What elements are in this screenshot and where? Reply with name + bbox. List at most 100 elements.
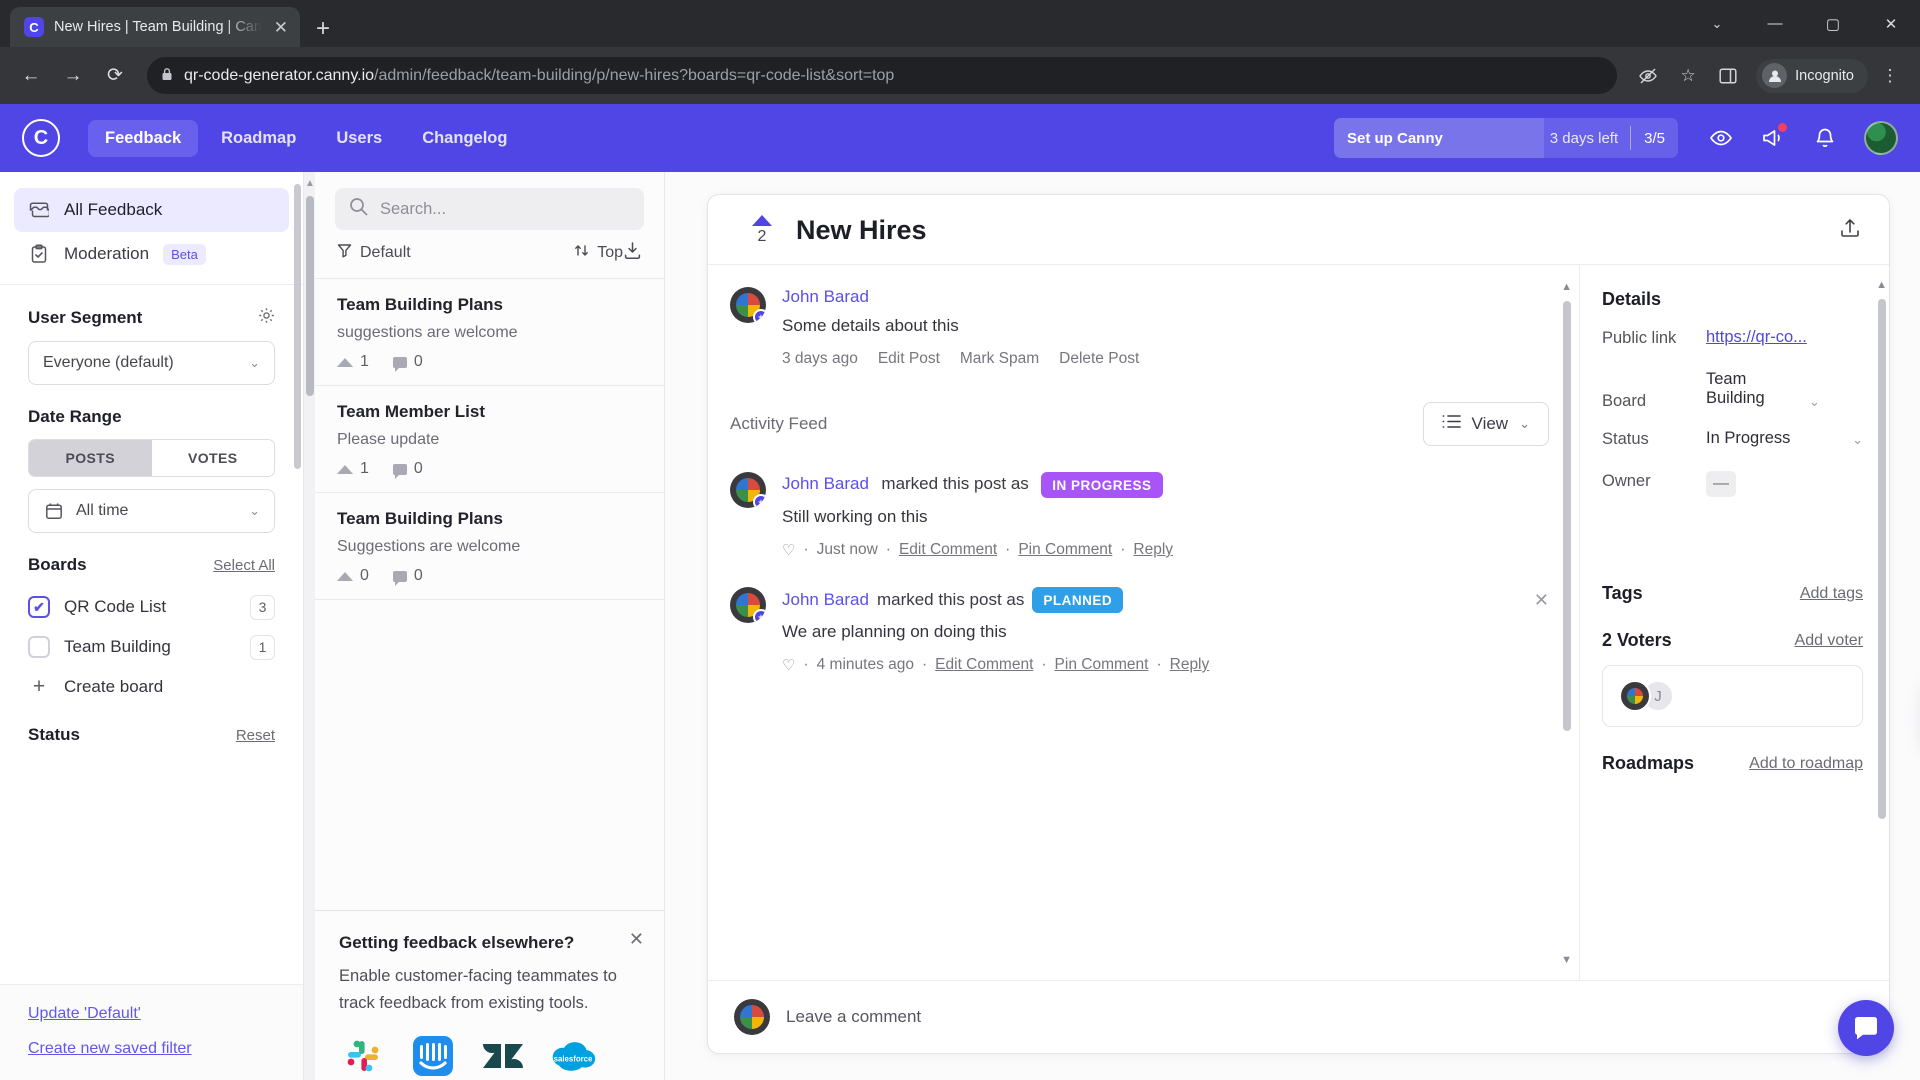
search-box[interactable] [335,188,644,230]
announcements-megaphone-icon[interactable] [1752,117,1794,159]
canny-logo[interactable]: C [22,119,60,157]
details-row-status[interactable]: Status In Progress ⌄ [1602,429,1863,453]
checkbox-team-building[interactable] [28,636,50,658]
notifications-bell-icon[interactable] [1804,117,1846,159]
back-icon[interactable]: ← [12,57,50,95]
promo-body: Enable customer-facing teammates to trac… [339,967,617,1012]
nav-feedback[interactable]: Feedback [88,119,199,157]
post-list-scrollbar-track[interactable]: ▲ [304,172,315,1080]
scroll-up-arrow-icon[interactable]: ▲ [305,178,315,189]
mark-spam-link[interactable]: Mark Spam [960,350,1039,368]
public-link-value[interactable]: https://qr-co... [1706,328,1863,347]
nav-changelog[interactable]: Changelog [405,120,524,157]
user-avatar[interactable] [1864,121,1898,155]
sort-top-button[interactable]: Top [574,243,623,263]
pin-comment-link[interactable]: Pin Comment [1055,656,1149,674]
feed-scrollbar-thumb[interactable] [1563,301,1571,731]
export-icon[interactable] [1839,217,1861,245]
sidebar-scrollbar[interactable] [294,184,301,469]
upvote-arrow-icon[interactable] [752,215,772,226]
intercom-logo-icon[interactable] [409,1032,457,1080]
details-row-owner[interactable]: Owner — [1602,471,1863,497]
checkbox-qr-code-list[interactable] [28,596,50,618]
nav-users[interactable]: Users [319,120,399,157]
list-item[interactable]: Team Building Plans suggestions are welc… [315,279,664,386]
address-bar[interactable]: qr-code-generator.canny.io/admin/feedbac… [147,57,1618,94]
minimize-button[interactable]: — [1746,0,1804,47]
list-item[interactable]: Team Member List Please update 1 0 [315,386,664,493]
side-panel-icon[interactable] [1710,58,1746,94]
search-input[interactable] [380,199,630,219]
add-tags-link[interactable]: Add tags [1800,585,1863,603]
add-voter-link[interactable]: Add voter [1795,632,1863,650]
nav-roadmap[interactable]: Roadmap [204,120,313,157]
comment-author-name[interactable]: John Barad [782,590,869,610]
post-meta: 0 0 [337,567,642,586]
add-to-roadmap-link[interactable]: Add to roadmap [1749,755,1863,773]
details-scrollbar-thumb[interactable] [1878,299,1886,819]
voter-avatar[interactable] [1619,680,1651,712]
sidebar-item-all-feedback[interactable]: All Feedback [14,188,289,232]
forward-icon[interactable]: → [54,57,92,95]
board-row-qr-code-list[interactable]: QR Code List 3 [28,587,275,627]
details-row-board[interactable]: Board Team Building ⌄ [1602,370,1863,411]
reply-link[interactable]: Reply [1170,656,1210,674]
chevron-down-icon[interactable]: ⌄ [1809,370,1820,410]
gear-icon[interactable] [258,307,275,329]
heart-icon[interactable]: ♡ [782,656,795,674]
post-list-scrollbar-thumb[interactable] [306,196,314,396]
sidebar-item-moderation[interactable]: Moderation Beta [14,232,289,276]
close-window-button[interactable]: ✕ [1862,0,1920,47]
bookmark-star-icon[interactable]: ☆ [1670,58,1706,94]
comment-author-name[interactable]: John Barad [782,474,869,493]
incognito-indicator[interactable]: Incognito [1756,58,1868,93]
select-all-boards-link[interactable]: Select All [213,557,275,574]
board-row-team-building[interactable]: Team Building 1 [28,627,275,667]
status-reset-link[interactable]: Reset [236,727,275,744]
leave-comment-bar[interactable]: Leave a comment [708,980,1889,1053]
user-segment-select[interactable]: Everyone (default) ⌄ [28,341,275,385]
pin-comment-link[interactable]: Pin Comment [1018,541,1112,559]
edit-comment-link[interactable]: Edit Comment [899,541,997,559]
edit-comment-link[interactable]: Edit Comment [935,656,1033,674]
heart-icon[interactable]: ♡ [782,541,795,559]
update-default-filter-link[interactable]: Update 'Default' [28,1005,275,1023]
close-icon[interactable]: ✕ [1520,590,1549,611]
details-scroll-up-icon[interactable]: ▲ [1876,279,1887,291]
post-vote-widget[interactable]: 2 [736,215,788,246]
new-tab-button[interactable]: + [316,17,330,41]
download-icon[interactable] [623,241,642,265]
tab-search-chevron-icon[interactable]: ⌄ [1688,0,1746,47]
filter-default-button[interactable]: Default [337,243,411,263]
post-author-name[interactable]: John Barad [782,287,1549,307]
toggle-votes[interactable]: VOTES [151,440,274,476]
zendesk-logo-icon[interactable] [479,1032,527,1080]
delete-post-link[interactable]: Delete Post [1059,350,1139,368]
create-saved-filter-link[interactable]: Create new saved filter [28,1040,275,1058]
leave-comment-placeholder[interactable]: Leave a comment [786,1007,921,1027]
browser-menu-icon[interactable]: ⋮ [1872,58,1908,94]
toggle-posts[interactable]: POSTS [29,440,152,476]
close-tab-icon[interactable]: ✕ [272,17,290,38]
salesforce-logo-icon[interactable]: salesforce [549,1032,597,1080]
view-label: View [1471,414,1509,433]
feed-scroll-up-icon[interactable]: ▲ [1561,281,1572,293]
intercom-launcher-button[interactable] [1838,1000,1894,1056]
feed-scroll-down-icon[interactable]: ▼ [1561,954,1572,966]
date-range-select[interactable]: All time ⌄ [28,489,275,533]
setup-canny-progress[interactable]: Set up Canny 3 days left 3/5 [1334,118,1678,158]
reply-link[interactable]: Reply [1133,541,1173,559]
create-board-button[interactable]: + Create board [28,667,275,707]
eye-off-icon[interactable] [1630,58,1666,94]
reload-icon[interactable]: ⟳ [96,57,134,95]
maximize-button[interactable]: ▢ [1804,0,1862,47]
preview-eye-icon[interactable] [1700,117,1742,159]
owner-value[interactable]: — [1706,471,1736,497]
browser-tab[interactable]: C New Hires | Team Building | Can ✕ [10,7,300,47]
close-icon[interactable]: ✕ [629,929,644,950]
list-item[interactable]: Team Building Plans Suggestions are welc… [315,493,664,600]
chevron-down-icon[interactable]: ⌄ [1852,429,1863,448]
edit-post-link[interactable]: Edit Post [878,350,940,368]
slack-logo-icon[interactable] [339,1032,387,1080]
view-dropdown-button[interactable]: View ⌄ [1422,402,1549,446]
